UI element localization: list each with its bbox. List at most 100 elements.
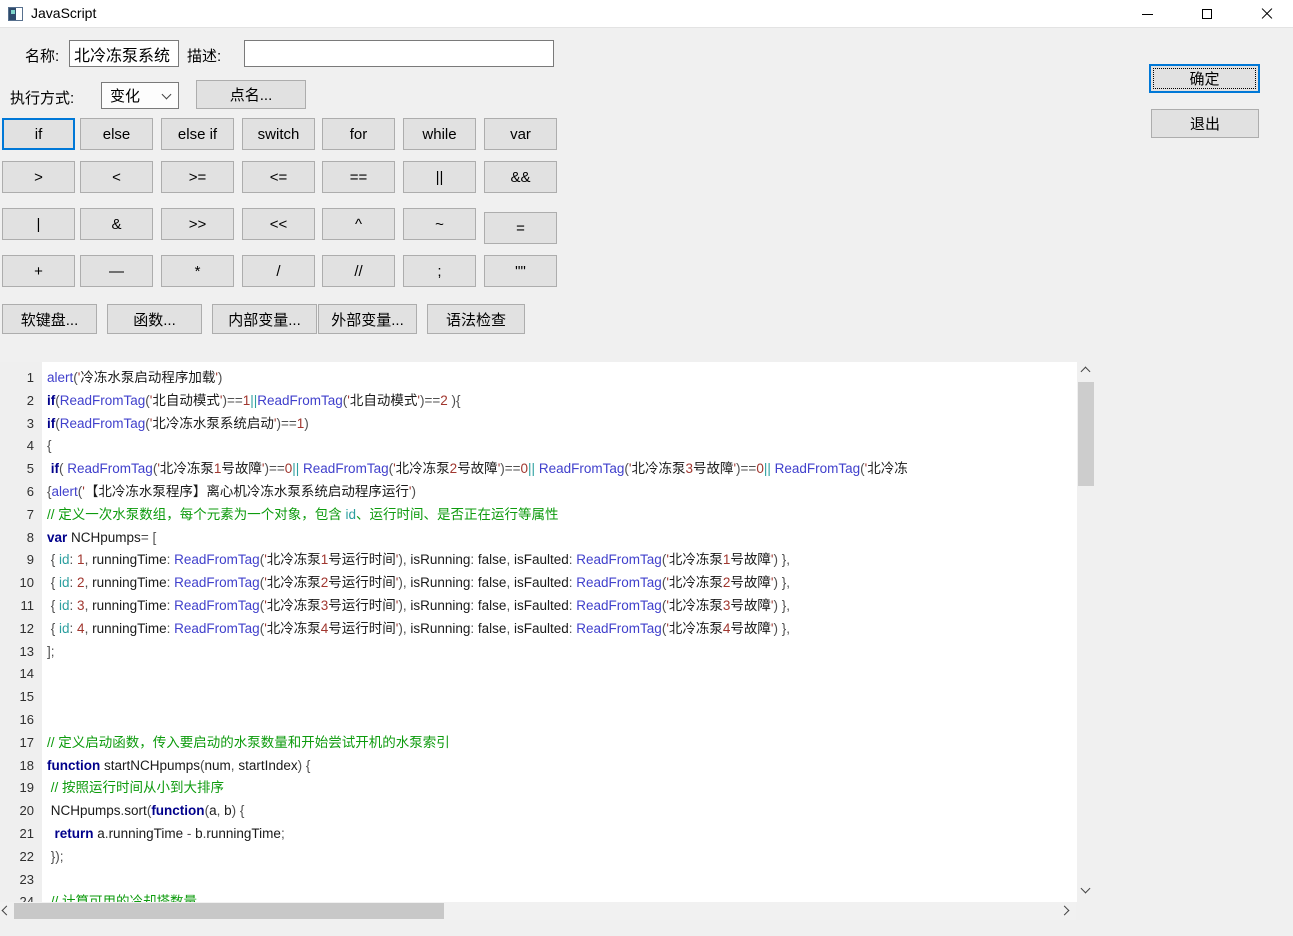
kw-button-r1c2[interactable]: else — [80, 118, 153, 150]
code-line-11: 11 { id: 3, runningTime: ReadFromTag('北冷… — [0, 595, 1077, 618]
close-button[interactable] — [1244, 0, 1290, 28]
desc-label: 描述: — [187, 45, 221, 66]
code-line-24: 24 // 计算可用的冷却塔数量 — [0, 891, 1077, 902]
line-number: 13 — [0, 641, 34, 664]
kw-button-r3c6[interactable]: ~ — [403, 208, 476, 240]
kw-button-r4c6[interactable]: ; — [403, 255, 476, 287]
kw-button-r3c2[interactable]: & — [80, 208, 153, 240]
line-number: 8 — [0, 527, 34, 550]
line-number: 14 — [0, 663, 34, 686]
scroll-up-icon[interactable] — [1081, 367, 1091, 377]
kw-button-r2c7[interactable]: && — [484, 161, 557, 193]
line-number: 17 — [0, 732, 34, 755]
kw-button-r1c3[interactable]: else if — [161, 118, 234, 150]
kw-button-r2c1[interactable]: > — [2, 161, 75, 193]
code-line-10: 10 { id: 2, runningTime: ReadFromTag('北冷… — [0, 572, 1077, 595]
kw-button-r3c7[interactable]: = — [484, 212, 557, 244]
exec-mode-select[interactable]: 变化 — [101, 82, 179, 109]
code-line-15: 15 — [0, 686, 1077, 709]
vertical-scrollbar[interactable] — [1077, 362, 1095, 902]
soft-keyboard-button[interactable]: 软键盘... — [2, 304, 97, 334]
code-line-18: 18function startNCHpumps(num, startIndex… — [0, 755, 1077, 778]
line-number: 7 — [0, 504, 34, 527]
kw-button-r2c5[interactable]: == — [322, 161, 395, 193]
vertical-scrollbar-thumb[interactable] — [1078, 382, 1094, 486]
line-number: 10 — [0, 572, 34, 595]
scroll-down-icon[interactable] — [1081, 884, 1091, 894]
code-line-2: 2if(ReadFromTag('北自动模式')==1||ReadFromTag… — [0, 390, 1077, 413]
external-vars-button[interactable]: 外部变量... — [318, 304, 417, 334]
minimize-icon — [1142, 14, 1153, 15]
code-line-23: 23 — [0, 869, 1077, 892]
close-icon — [1261, 8, 1273, 20]
line-number: 1 — [0, 367, 34, 390]
horizontal-scrollbar-thumb[interactable] — [14, 903, 444, 919]
syntax-check-button[interactable]: 语法检查 — [427, 304, 525, 334]
code-line-4: 4{ — [0, 435, 1077, 458]
line-number: 3 — [0, 413, 34, 436]
code-line-5: 5 if( ReadFromTag('北冷冻泵1号故障')==0|| ReadF… — [0, 458, 1077, 481]
code-line-1: 1alert('冷冻水泵启动程序加载') — [0, 367, 1077, 390]
line-number: 23 — [0, 869, 34, 892]
code-line-14: 14 — [0, 663, 1077, 686]
name-input[interactable] — [69, 40, 179, 67]
kw-button-r4c3[interactable]: * — [161, 255, 234, 287]
functions-button[interactable]: 函数... — [107, 304, 202, 334]
window-title: JavaScript — [31, 5, 96, 21]
code-line-20: 20 NCHpumps.sort(function(a, b) { — [0, 800, 1077, 823]
kw-button-r3c5[interactable]: ^ — [322, 208, 395, 240]
kw-button-r4c1[interactable]: + — [2, 255, 75, 287]
chevron-down-icon — [162, 90, 172, 100]
line-number: 16 — [0, 709, 34, 732]
kw-button-r2c4[interactable]: <= — [242, 161, 315, 193]
code-line-22: 22 }); — [0, 846, 1077, 869]
dot-name-button[interactable]: 点名... — [196, 80, 306, 109]
ok-button[interactable]: 确定 — [1149, 64, 1260, 93]
exec-mode-label: 执行方式: — [10, 87, 74, 108]
code-editor[interactable]: 1alert('冷冻水泵启动程序加载')2if(ReadFromTag('北自动… — [0, 362, 1077, 902]
code-line-19: 19 // 按照运行时间从小到大排序 — [0, 777, 1077, 800]
kw-button-r1c4[interactable]: switch — [242, 118, 315, 150]
code-line-9: 9 { id: 1, runningTime: ReadFromTag('北冷冻… — [0, 549, 1077, 572]
kw-button-r3c3[interactable]: >> — [161, 208, 234, 240]
scroll-right-icon[interactable] — [1060, 906, 1070, 916]
kw-button-r2c6[interactable]: || — [403, 161, 476, 193]
kw-button-r3c4[interactable]: << — [242, 208, 315, 240]
kw-button-r1c6[interactable]: while — [403, 118, 476, 150]
code-line-12: 12 { id: 4, runningTime: ReadFromTag('北冷… — [0, 618, 1077, 641]
title-bar: JavaScript — [0, 0, 1293, 28]
kw-button-r4c5[interactable]: // — [322, 255, 395, 287]
kw-button-r4c2[interactable]: — — [80, 255, 153, 287]
line-number: 21 — [0, 823, 34, 846]
kw-button-r1c1[interactable]: if — [2, 118, 75, 150]
code-line-6: 6{alert('【北冷冻水泵程序】离心机冷冻水泵系统启动程序运行') — [0, 481, 1077, 504]
kw-button-r3c1[interactable]: | — [2, 208, 75, 240]
kw-button-r4c4[interactable]: / — [242, 255, 315, 287]
line-number: 4 — [0, 435, 34, 458]
minimize-button[interactable] — [1124, 0, 1170, 28]
code-line-21: 21 return a.runningTime - b.runningTime; — [0, 823, 1077, 846]
kw-button-r4c7[interactable]: "" — [484, 255, 557, 287]
horizontal-scrollbar[interactable] — [0, 902, 1076, 920]
scroll-left-icon[interactable] — [2, 906, 12, 916]
line-number: 6 — [0, 481, 34, 504]
maximize-icon — [1202, 9, 1212, 19]
kw-button-r2c3[interactable]: >= — [161, 161, 234, 193]
maximize-button[interactable] — [1184, 0, 1230, 28]
exit-button[interactable]: 退出 — [1151, 109, 1259, 138]
line-number: 2 — [0, 390, 34, 413]
internal-vars-button[interactable]: 内部变量... — [212, 304, 317, 334]
line-number: 12 — [0, 618, 34, 641]
code-line-17: 17// 定义启动函数，传入要启动的水泵数量和开始尝试开机的水泵索引 — [0, 732, 1077, 755]
line-number: 24 — [0, 891, 34, 902]
code-lines: 1alert('冷冻水泵启动程序加载')2if(ReadFromTag('北自动… — [0, 367, 1077, 902]
code-line-13: 13]; — [0, 641, 1077, 664]
code-line-8: 8var NCHpumps= [ — [0, 527, 1077, 550]
code-line-3: 3if(ReadFromTag('北冷冻水泵系统启动')==1) — [0, 413, 1077, 436]
kw-button-r2c2[interactable]: < — [80, 161, 153, 193]
code-line-7: 7// 定义一次水泵数组，每个元素为一个对象，包含 id、运行时间、是否正在运行… — [0, 504, 1077, 527]
kw-button-r1c5[interactable]: for — [322, 118, 395, 150]
line-number: 18 — [0, 755, 34, 778]
desc-input[interactable] — [244, 40, 554, 67]
kw-button-r1c7[interactable]: var — [484, 118, 557, 150]
